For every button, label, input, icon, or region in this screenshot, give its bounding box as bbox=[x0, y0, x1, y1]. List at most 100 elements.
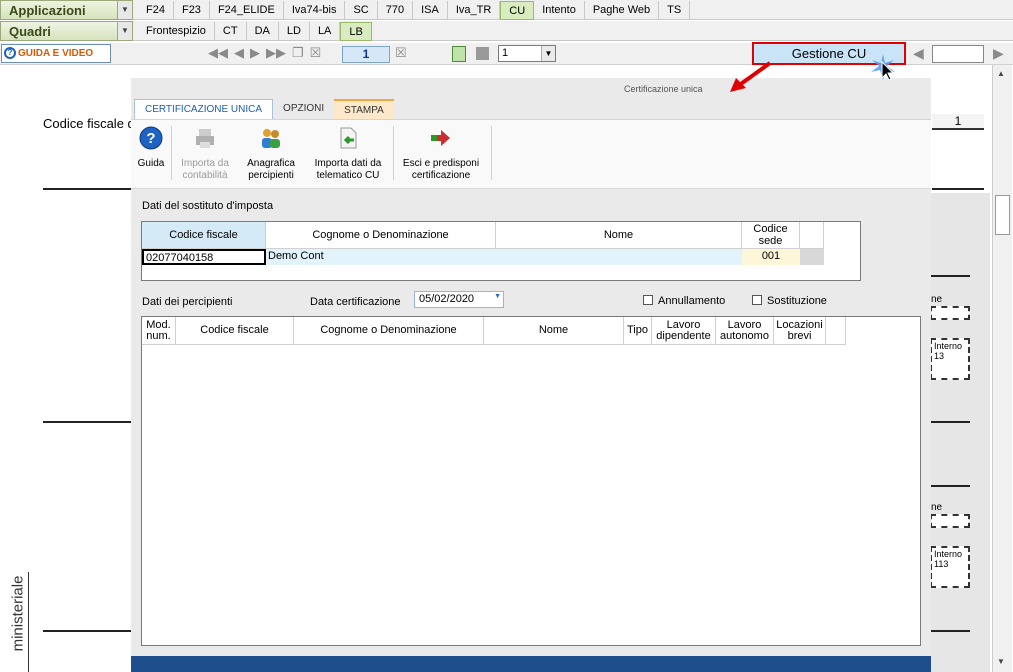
next-page-icon[interactable]: ▶ bbox=[250, 45, 260, 61]
col-header-codice-fiscale[interactable]: Codice fiscale bbox=[176, 317, 294, 345]
sostituto-section-label: Dati del sostituto d'imposta bbox=[142, 200, 274, 212]
codice-sede-label-1: Codice bbox=[753, 223, 788, 235]
tab-opzioni[interactable]: OPZIONI bbox=[273, 99, 334, 119]
col-header-lavoro-autonomo[interactable]: Lavoro autonomo bbox=[716, 317, 774, 345]
col-header-nome[interactable]: Nome bbox=[496, 222, 742, 249]
users-icon bbox=[262, 129, 280, 148]
guida-video-button[interactable]: ? GUIDA E VIDEO bbox=[1, 44, 111, 63]
tab-ct[interactable]: CT bbox=[215, 22, 247, 41]
importa-label-2: contabilità bbox=[182, 170, 228, 181]
prev-icon[interactable]: ◀ bbox=[913, 45, 924, 62]
page-number-field[interactable]: 1 bbox=[342, 46, 390, 63]
stop-icon[interactable] bbox=[476, 47, 489, 60]
col-header-cognome[interactable]: Cognome o Denominazione bbox=[294, 317, 484, 345]
tab-f24[interactable]: F24 bbox=[138, 1, 174, 20]
sostituto-grid: Codice fiscale Cognome o Denominazione N… bbox=[141, 221, 861, 281]
col-header-empty bbox=[826, 317, 846, 345]
tab-sc[interactable]: SC bbox=[345, 1, 378, 20]
dialog-tabs: CERTIFICAZIONE UNICA OPZIONI STAMPA bbox=[134, 99, 394, 119]
cell-codice-sede[interactable]: 001 bbox=[742, 249, 800, 265]
tab-intento[interactable]: Intento bbox=[534, 1, 585, 20]
lav-aut-label-2: autonomo bbox=[720, 329, 769, 342]
input-box[interactable] bbox=[930, 306, 970, 320]
divider bbox=[43, 421, 133, 423]
importa-contabilita-button[interactable]: Importa da contabilità bbox=[175, 126, 235, 182]
divider bbox=[43, 188, 133, 190]
prev-page-icon[interactable]: ◀ bbox=[234, 45, 244, 61]
tab-cu[interactable]: CU bbox=[500, 1, 535, 20]
tab-isa[interactable]: ISA bbox=[413, 1, 448, 20]
add-page-icon[interactable] bbox=[452, 46, 466, 62]
applicazioni-menu[interactable]: Applicazioni ▼ bbox=[0, 0, 133, 20]
loc-label-2: brevi bbox=[787, 329, 812, 342]
tab-paghe-web[interactable]: Paghe Web bbox=[585, 1, 660, 20]
import-file-icon bbox=[340, 127, 357, 149]
anagrafica-percipienti-button[interactable]: Anagrafica percipienti bbox=[241, 126, 301, 182]
tab-da[interactable]: DA bbox=[247, 22, 279, 41]
mouse-cursor-icon bbox=[871, 54, 895, 81]
tab-la[interactable]: LA bbox=[310, 22, 341, 41]
col-header-tipo[interactable]: Tipo bbox=[624, 317, 652, 345]
data-certificazione-label: Data certificazione bbox=[310, 296, 401, 308]
checkbox-box[interactable] bbox=[643, 295, 653, 305]
input-box[interactable] bbox=[930, 514, 970, 528]
page-select[interactable]: 1 ▼ bbox=[498, 45, 556, 62]
col-header-mod-num[interactable]: Mod. num. bbox=[142, 317, 176, 345]
first-page-icon[interactable]: ◀◀ bbox=[208, 45, 228, 61]
tab-lb[interactable]: LB bbox=[340, 22, 372, 41]
help-icon: ? bbox=[139, 126, 163, 150]
ribbon: ? Guida Importa da contabilità Anagrafic… bbox=[131, 119, 931, 189]
delete-icon[interactable]: ☒ bbox=[395, 45, 407, 61]
chevron-down-icon[interactable]: ▼ bbox=[117, 22, 132, 40]
col-header-nome[interactable]: Nome bbox=[484, 317, 624, 345]
data-certificazione-field[interactable]: 05/02/2020 ▼ bbox=[414, 291, 504, 308]
esci-predisponi-button[interactable]: Esci e predisponi certificazione bbox=[395, 126, 487, 182]
col-header-codice-fiscale[interactable]: Codice fiscale bbox=[142, 222, 266, 249]
col-header-codice-sede[interactable]: Codice sede bbox=[742, 222, 800, 249]
divider bbox=[43, 630, 133, 632]
chevron-down-icon[interactable]: ▼ bbox=[494, 293, 501, 300]
tab-iva74-bis[interactable]: Iva74-bis bbox=[284, 1, 346, 20]
cell-codice-fiscale[interactable]: 02077040158 bbox=[142, 249, 266, 265]
last-page-icon[interactable]: ▶▶ bbox=[266, 45, 286, 61]
chevron-down-icon[interactable]: ▼ bbox=[541, 46, 555, 61]
delete-page-icon[interactable]: ☒ bbox=[310, 45, 322, 61]
cell-nome[interactable] bbox=[496, 249, 742, 265]
tab-frontespizio[interactable]: Frontespizio bbox=[138, 22, 215, 41]
chevron-down-icon[interactable]: ▼ bbox=[117, 1, 132, 19]
col-header-locazioni-brevi[interactable]: Locazioni brevi bbox=[774, 317, 826, 345]
side-label: ministeriale bbox=[9, 575, 27, 652]
annullamento-checkbox[interactable]: Annullamento bbox=[643, 295, 725, 307]
lav-aut-label-1: Lavoro bbox=[727, 318, 762, 331]
next-icon[interactable]: ▶ bbox=[993, 45, 1004, 62]
col-header-cognome[interactable]: Cognome o Denominazione bbox=[266, 222, 496, 249]
right-nav-field[interactable] bbox=[932, 45, 984, 63]
tab-ld[interactable]: LD bbox=[279, 22, 310, 41]
tab-770[interactable]: 770 bbox=[378, 1, 414, 20]
quadri-tabs: Frontespizio CT DA LD LA LB bbox=[138, 22, 372, 41]
tab-stampa[interactable]: STAMPA bbox=[334, 99, 394, 119]
tab-f23[interactable]: F23 bbox=[174, 1, 210, 20]
interno-box[interactable]: Interno 13 bbox=[930, 338, 970, 380]
sostituzione-checkbox[interactable]: Sostituzione bbox=[752, 295, 827, 307]
tab-certificazione-unica[interactable]: CERTIFICAZIONE UNICA bbox=[134, 99, 274, 119]
tab-ts[interactable]: TS bbox=[659, 1, 691, 20]
importa-telematico-button[interactable]: Importa dati da telematico CU bbox=[307, 126, 389, 182]
esci-label-1: Esci e predisponi bbox=[402, 158, 480, 169]
scroll-down-icon[interactable]: ▼ bbox=[997, 657, 1005, 666]
vertical-scrollbar[interactable]: ▲ ▼ bbox=[992, 65, 1012, 672]
interno-box[interactable]: Interno 113 bbox=[930, 546, 970, 588]
percipienti-grid[interactable]: Mod. num. Codice fiscale Cognome o Denom… bbox=[141, 316, 921, 646]
cell-cognome[interactable]: Demo Cont bbox=[266, 249, 496, 265]
annullamento-label: Annullamento bbox=[658, 295, 726, 307]
quadri-menu[interactable]: Quadri ▼ bbox=[0, 21, 133, 41]
checkbox-box[interactable] bbox=[752, 295, 762, 305]
tab-f24-elide[interactable]: F24_ELIDE bbox=[210, 1, 284, 20]
col-header-lavoro-dipendente[interactable]: Lavoro dipendente bbox=[652, 317, 716, 345]
tab-iva-tr[interactable]: Iva_TR bbox=[448, 1, 501, 20]
mod-label-1: Mod. bbox=[146, 318, 171, 331]
copy-page-icon[interactable]: ❐ bbox=[292, 45, 304, 61]
scrollbar-thumb[interactable] bbox=[995, 195, 1010, 235]
guida-button[interactable]: ? Guida bbox=[135, 126, 167, 170]
scroll-up-icon[interactable]: ▲ bbox=[997, 69, 1005, 78]
